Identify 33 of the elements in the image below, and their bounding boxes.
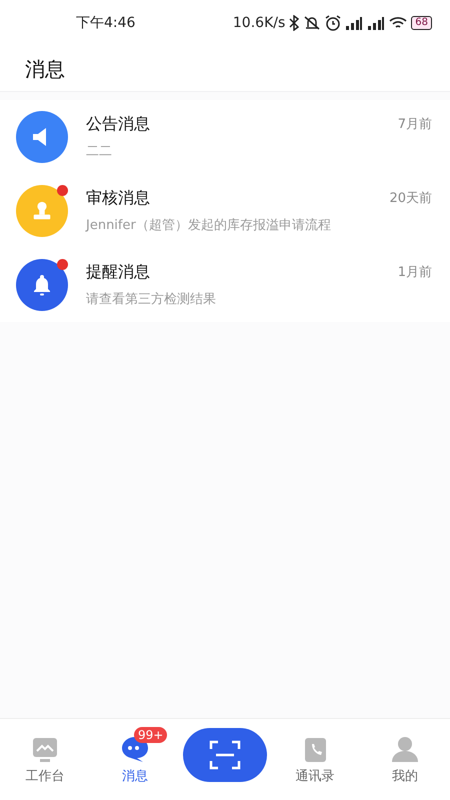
page-title: 消息	[25, 56, 65, 82]
message-time: 1月前	[398, 264, 432, 282]
signal-icon	[345, 16, 364, 30]
message-time: 7月前	[398, 116, 432, 134]
monitor-icon	[32, 736, 58, 763]
nav-tab[interactable]: 通讯录	[270, 722, 360, 786]
status-time: 下午4:46	[76, 14, 136, 32]
message-time: 20天前	[389, 190, 432, 208]
network-speed: 10.6K/s	[232, 14, 286, 32]
signal-icon	[367, 16, 386, 30]
message-item[interactable]: 审核消息 20天前 Jennifer（超管）发起的库存报溢申请流程	[0, 174, 450, 248]
nav-tab[interactable]: 我的	[360, 722, 450, 786]
bluetooth-icon	[289, 15, 300, 31]
stamp-icon	[31, 200, 53, 222]
battery-indicator: 68	[411, 16, 432, 30]
muted-bell-icon	[303, 15, 322, 31]
message-item[interactable]: 提醒消息 1月前 请查看第三方检测结果	[0, 248, 450, 322]
scan-button[interactable]	[183, 728, 267, 782]
message-title: 公告消息	[86, 113, 150, 136]
nav-tab[interactable]: 99+ 消息	[90, 722, 180, 786]
message-item[interactable]: 公告消息 7月前 二二	[0, 100, 450, 174]
message-title: 提醒消息	[86, 261, 150, 284]
alarm-icon	[325, 15, 342, 31]
nav-tab[interactable]: 工作台	[0, 722, 90, 786]
message-preview: 请查看第三方检测结果	[86, 291, 217, 310]
message-preview: Jennifer（超管）发起的库存报溢申请流程	[86, 217, 332, 236]
person-icon	[391, 734, 419, 763]
phone-book-icon	[303, 736, 327, 763]
message-preview: 二二	[86, 143, 113, 162]
message-title: 审核消息	[86, 187, 150, 210]
wifi-icon	[389, 16, 408, 30]
scan-icon	[209, 738, 241, 770]
unread-count-badge: 99+	[134, 726, 168, 743]
